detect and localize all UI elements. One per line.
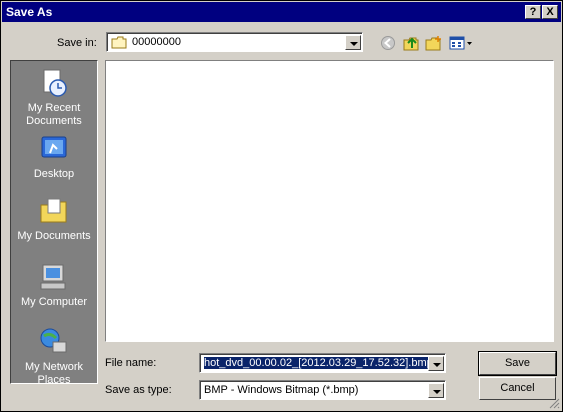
save-button[interactable]: Save — [478, 351, 557, 376]
my-documents-icon — [40, 198, 67, 223]
file-name-label: File name: — [105, 357, 157, 369]
place-network-places[interactable]: My Network Places — [11, 326, 97, 387]
save-in-dropdown-arrow[interactable] — [345, 35, 361, 50]
folder-icon — [111, 36, 127, 49]
place-my-computer[interactable]: My Computer — [11, 261, 97, 309]
cancel-button[interactable]: Cancel — [479, 377, 556, 400]
place-label: My Recent Documents — [26, 102, 82, 127]
place-label: My Network Places — [24, 361, 84, 386]
help-button[interactable]: ? — [525, 5, 541, 19]
my-computer-icon — [40, 264, 66, 290]
views-menu-icon[interactable] — [449, 35, 473, 51]
place-my-documents[interactable]: My Documents — [11, 195, 97, 243]
save-type-dropdown-arrow[interactable] — [428, 383, 444, 398]
save-in-folder: 00000000 — [132, 36, 181, 48]
dialog-title: Save As — [6, 5, 53, 19]
file-name-field[interactable]: hot_dvd_00.00.02_[2012.03.29_17.52.32].b… — [199, 353, 446, 373]
title-bar: Save As ? X — [2, 2, 561, 22]
close-button[interactable]: X — [542, 5, 558, 19]
file-list-view[interactable] — [105, 60, 554, 342]
save-in-combo[interactable]: 00000000 — [106, 32, 363, 52]
new-folder-icon[interactable] — [425, 35, 443, 51]
place-recent-documents[interactable]: My Recent Documents — [11, 67, 97, 128]
place-label: My Computer — [20, 296, 88, 308]
resize-grip-icon[interactable] — [548, 397, 560, 409]
file-name-value: hot_dvd_00.00.02_[2012.03.29_17.52.32].b… — [204, 357, 428, 369]
up-folder-icon[interactable] — [402, 35, 420, 51]
places-bar: My Recent Documents Desktop My Documents — [10, 60, 98, 387]
desktop-icon — [41, 136, 67, 158]
place-desktop[interactable]: Desktop — [11, 133, 97, 181]
save-type-label: Save as type: — [105, 384, 172, 396]
network-places-icon — [40, 328, 67, 353]
file-name-dropdown-arrow[interactable] — [428, 356, 444, 371]
save-type-value: BMP - Windows Bitmap (*.bmp) — [204, 384, 359, 396]
save-in-label: Save in: — [57, 37, 97, 49]
recent-documents-icon — [43, 69, 67, 97]
back-icon[interactable] — [380, 35, 398, 51]
place-label: My Documents — [17, 230, 91, 242]
save-as-dialog: Save As ? X Save in: 00000000 My Recent … — [0, 0, 563, 412]
save-type-select[interactable]: BMP - Windows Bitmap (*.bmp) — [199, 380, 446, 400]
place-label: Desktop — [33, 168, 75, 180]
